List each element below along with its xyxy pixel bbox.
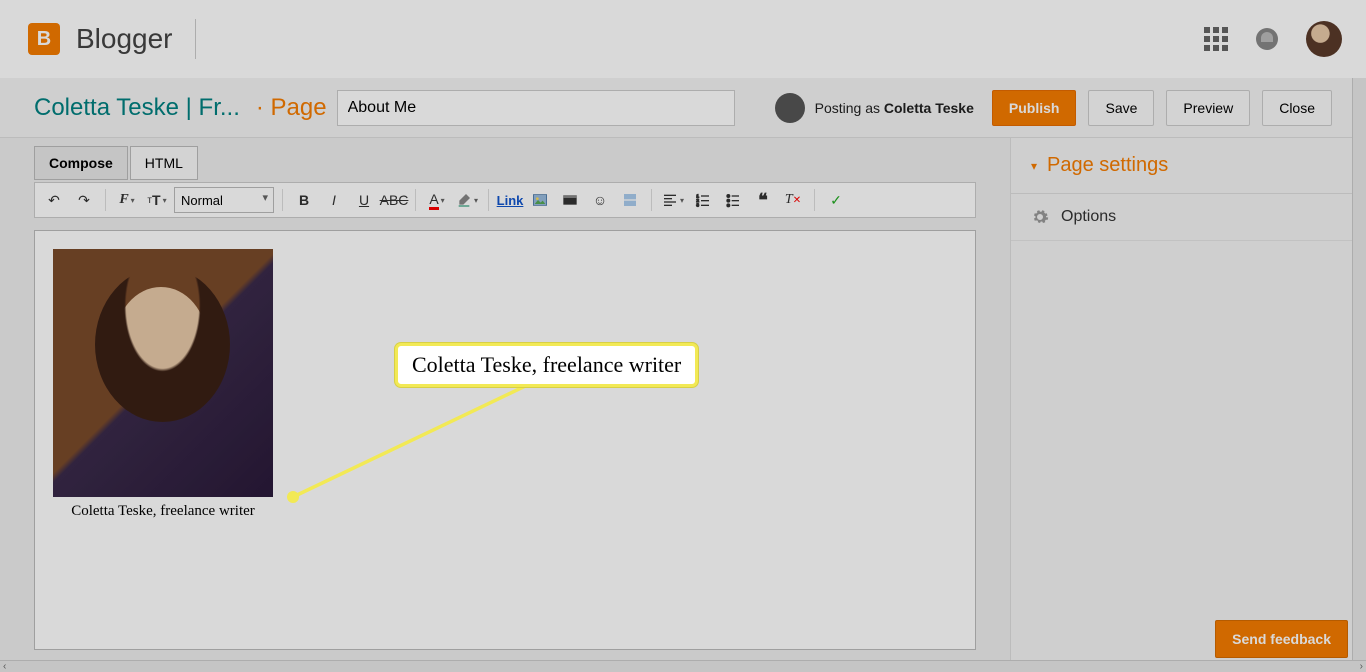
svg-text:3: 3 (696, 203, 699, 208)
insert-emoji-icon[interactable]: ☺ (587, 187, 613, 213)
italic-icon[interactable]: I (321, 187, 347, 213)
tab-html[interactable]: HTML (130, 146, 198, 180)
publish-button[interactable]: Publish (992, 90, 1077, 126)
underline-icon[interactable]: U (351, 187, 377, 213)
send-feedback-button[interactable]: Send feedback (1215, 620, 1348, 658)
blog-title[interactable]: Coletta Teske | Fr... (34, 94, 240, 122)
redo-icon[interactable]: ↷ (71, 187, 97, 213)
insert-link-button[interactable]: Link (497, 187, 523, 213)
horizontal-scrollbar[interactable]: ‹› (0, 660, 1366, 672)
paragraph-format-select[interactable]: Normal (174, 187, 274, 213)
sidebar-item-options[interactable]: Options (1011, 194, 1366, 241)
settings-sidebar: Page settings Options (1010, 138, 1366, 672)
section-label: Page (256, 94, 327, 122)
editor-area: Compose HTML ↶ ↷ F тT Normal B I U ABC A… (0, 138, 1010, 672)
annotation-callout: Coletta Teske, freelance writer (395, 343, 698, 387)
insert-video-icon[interactable] (557, 187, 583, 213)
blogger-logo-icon: B (28, 23, 60, 55)
account-avatar[interactable] (1306, 21, 1342, 57)
page-title-input[interactable] (337, 90, 735, 126)
preview-button[interactable]: Preview (1166, 90, 1250, 126)
notifications-icon[interactable] (1256, 28, 1278, 50)
content-image[interactable] (53, 249, 273, 497)
author-avatar-icon (775, 93, 805, 123)
remove-format-icon[interactable]: T✕ (780, 187, 806, 213)
highlight-color-icon[interactable] (454, 187, 480, 213)
divider (195, 19, 196, 59)
annotation-dot-icon (287, 491, 299, 503)
spellcheck-icon[interactable]: ✓ (823, 187, 849, 213)
top-bar: B Blogger (0, 0, 1366, 78)
bullet-list-icon[interactable] (720, 187, 746, 213)
product-name: Blogger (76, 23, 173, 55)
insert-jump-icon[interactable] (617, 187, 643, 213)
image-caption[interactable]: Coletta Teske, freelance writer (53, 503, 273, 520)
posting-as-label: Posting as Coletta Teske (815, 100, 974, 116)
strikethrough-icon[interactable]: ABC (381, 187, 407, 213)
alignment-icon[interactable] (660, 187, 686, 213)
tab-compose[interactable]: Compose (34, 146, 128, 180)
insert-image-icon[interactable] (527, 187, 553, 213)
quote-icon[interactable]: ❝ (750, 187, 776, 213)
font-size-dropdown[interactable]: тT (144, 187, 170, 213)
sub-bar: Coletta Teske | Fr... Page Posting as Co… (0, 78, 1366, 138)
bold-icon[interactable]: B (291, 187, 317, 213)
font-family-dropdown[interactable]: F (114, 187, 140, 213)
apps-grid-icon[interactable] (1204, 27, 1228, 51)
options-label: Options (1061, 208, 1116, 226)
undo-icon[interactable]: ↶ (41, 187, 67, 213)
editor-toolbar: ↶ ↷ F тT Normal B I U ABC A Link ☺ 123 ❝ (34, 182, 976, 218)
page-settings-header[interactable]: Page settings (1011, 138, 1366, 194)
numbered-list-icon[interactable]: 123 (690, 187, 716, 213)
vertical-scrollbar[interactable] (1352, 0, 1366, 672)
gear-icon (1031, 208, 1049, 226)
text-color-icon[interactable]: A (424, 187, 450, 213)
save-button[interactable]: Save (1088, 90, 1154, 126)
close-button[interactable]: Close (1262, 90, 1332, 126)
editor-canvas[interactable]: Coletta Teske, freelance writer Coletta … (34, 230, 976, 650)
